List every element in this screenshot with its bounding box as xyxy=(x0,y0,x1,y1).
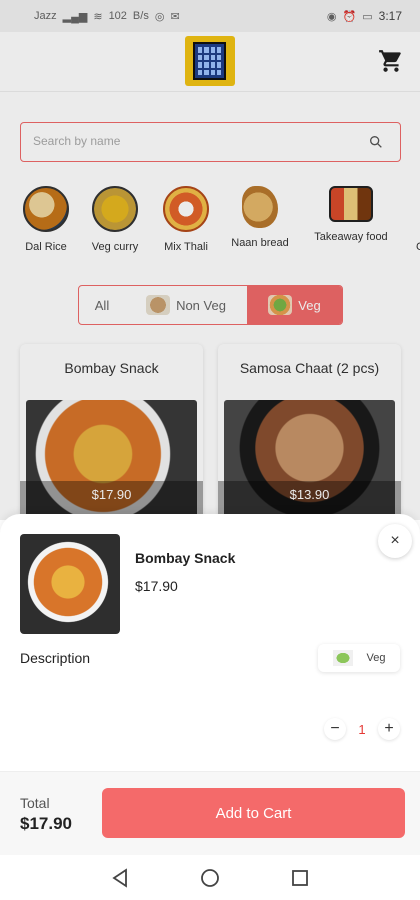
system-nav-bar xyxy=(0,855,420,900)
home-icon xyxy=(201,868,219,887)
detail-product-price: $17.90 xyxy=(135,578,178,594)
minus-icon: − xyxy=(330,720,340,737)
veg-badge: Veg xyxy=(318,644,400,672)
back-button[interactable] xyxy=(109,867,131,889)
detail-product-name: Bombay Snack xyxy=(135,550,236,566)
add-to-cart-button[interactable]: Add to Cart xyxy=(102,788,405,838)
dim-overlay[interactable] xyxy=(0,0,420,520)
description-label: Description xyxy=(20,650,91,666)
recents-icon xyxy=(292,869,308,886)
veg-badge-label: Veg xyxy=(366,652,386,664)
quantity-stepper: − 1 + xyxy=(324,714,400,744)
quantity-value: 1 xyxy=(358,721,366,737)
home-button[interactable] xyxy=(199,867,221,889)
decrement-button[interactable]: − xyxy=(324,718,346,740)
back-icon xyxy=(112,867,127,888)
plus-icon: + xyxy=(384,720,394,737)
total-value: $17.90 xyxy=(20,814,72,833)
cart-footer: Total $17.90 Add to Cart xyxy=(0,771,420,855)
veg-leaf-icon xyxy=(332,650,353,666)
recents-button[interactable] xyxy=(289,867,311,889)
detail-product-image xyxy=(20,534,120,634)
close-icon: × xyxy=(390,532,400,549)
close-button[interactable]: × xyxy=(378,524,412,558)
total-label: Total xyxy=(20,795,50,811)
increment-button[interactable]: + xyxy=(378,718,400,740)
